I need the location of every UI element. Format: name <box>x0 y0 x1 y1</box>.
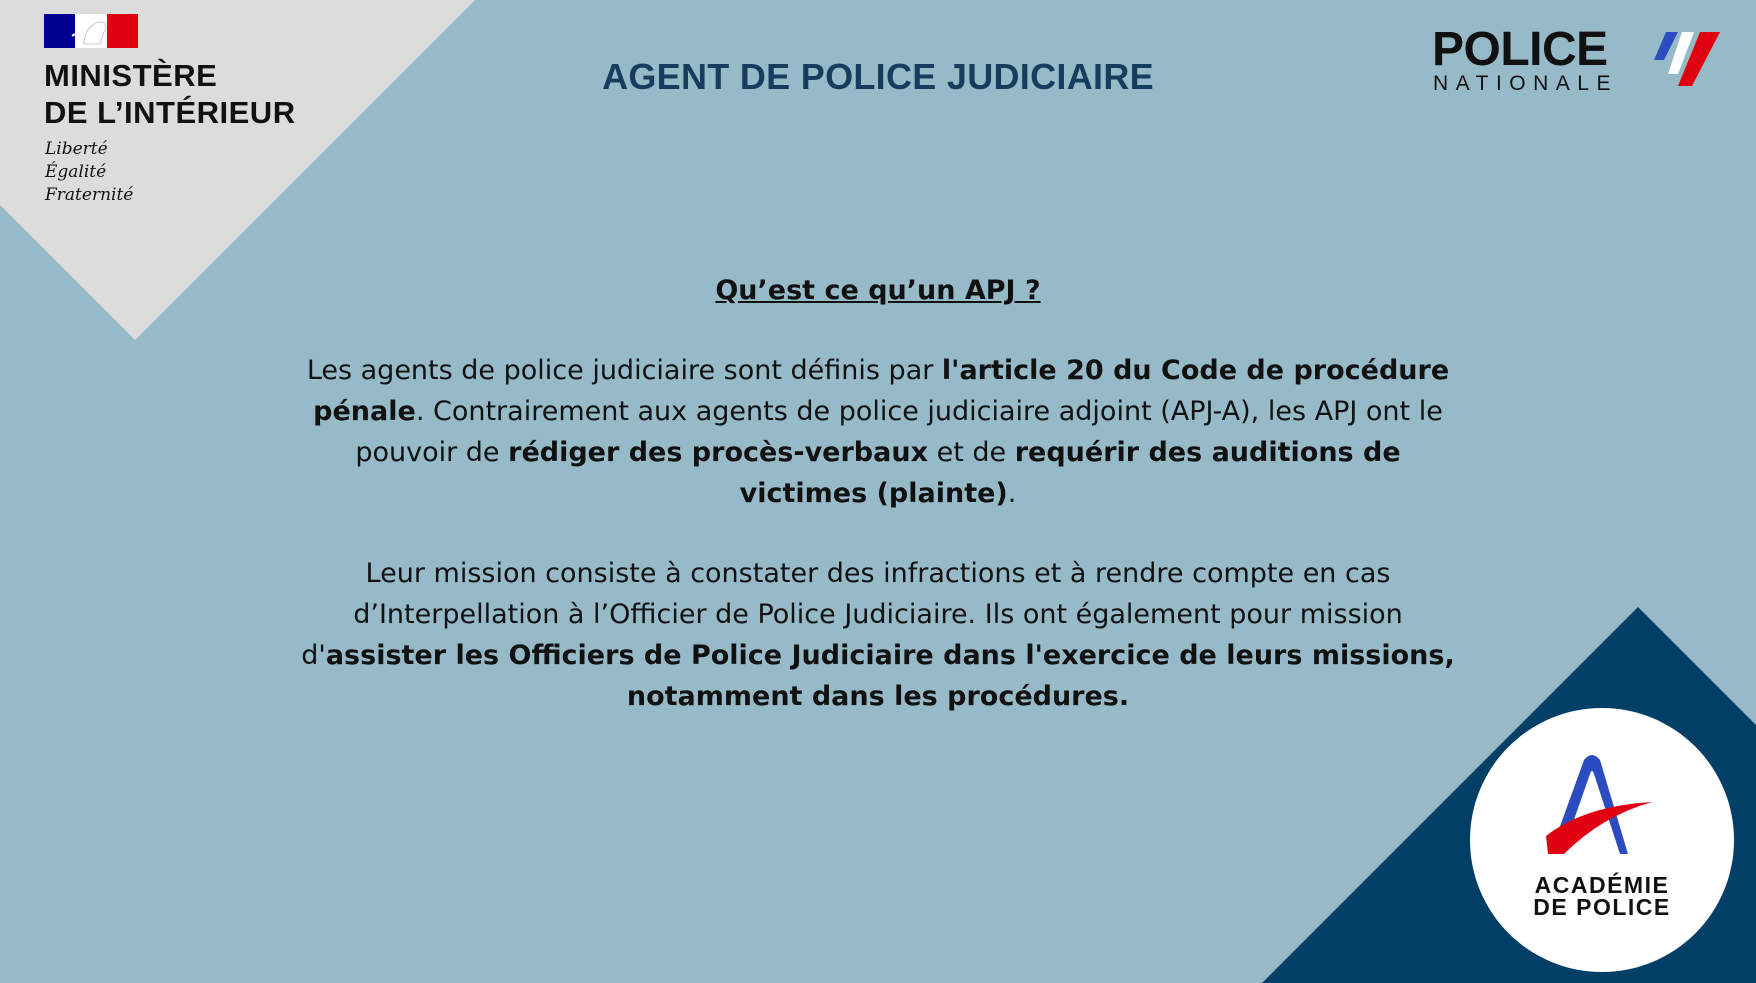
academie-logo-line2: DE POLICE <box>1533 894 1671 920</box>
motto-liberte: Liberté <box>45 139 108 159</box>
paragraph-emphasis: assister les Officiers de Police Judicia… <box>325 640 1455 712</box>
paragraph-text: et de <box>928 437 1015 468</box>
marianne-logo-icon <box>44 14 138 48</box>
paragraph-text: Les agents de police judiciaire sont déf… <box>306 355 942 386</box>
motto-egalite: Égalité <box>45 162 107 182</box>
motto-fraternite: Fraternité <box>45 185 134 205</box>
police-logo-subword: NATIONALE <box>1433 72 1618 95</box>
paragraph-mission: Leur mission consiste à constater des in… <box>290 553 1466 717</box>
section-question-heading: Qu’est ce qu’un APJ ? <box>715 275 1041 306</box>
police-logo-word: POLICE <box>1432 23 1608 76</box>
academie-a-logo-icon <box>1546 755 1652 854</box>
paragraph-text: . <box>1007 478 1017 509</box>
main-content: Qu’est ce qu’un APJ ? Les agents de poli… <box>290 270 1466 717</box>
ministry-name-line2: DE L’INTÉRIEUR <box>44 95 296 130</box>
tricolor-flag-stripes-icon <box>1654 32 1720 86</box>
paragraph-emphasis: rédiger des procès-verbaux <box>508 437 928 468</box>
paragraph-definition: Les agents de police judiciaire sont déf… <box>290 350 1466 514</box>
